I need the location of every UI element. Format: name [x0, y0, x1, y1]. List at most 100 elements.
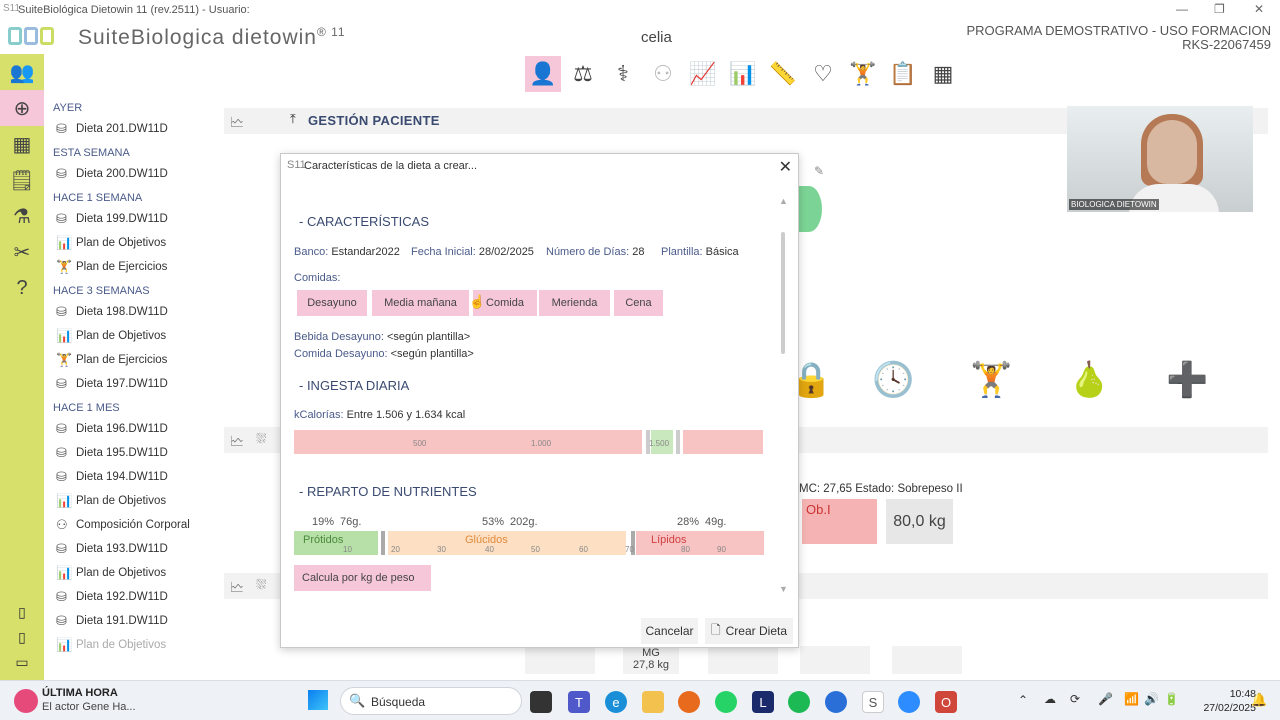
recent-item-label: Plan de Ejercicios	[76, 261, 168, 273]
zoom-icon[interactable]	[898, 691, 920, 713]
volume-icon[interactable]: 🔊	[1144, 692, 1159, 706]
stat-box	[525, 646, 595, 674]
document-icon[interactable]: 🗒	[0, 162, 44, 198]
graph-icon[interactable]: ⛆	[256, 431, 266, 447]
recent-item[interactable]: 🏋 Plan de Ejercicios	[44, 255, 216, 279]
recent-item[interactable]: ⚇ Composición Corporal	[44, 513, 216, 537]
recent-item[interactable]: ⛁ Dieta 195.DW11D	[44, 441, 216, 465]
create-diet-button[interactable]: 🗋 Crear Dieta	[705, 618, 793, 644]
close-window-button[interactable]: ✕	[1254, 2, 1264, 16]
chart-icon[interactable]: 🗠	[230, 577, 244, 601]
recent-item[interactable]: 📊 Plan de Objetivos	[44, 489, 216, 513]
recent-item[interactable]: 📊 Plan de Objetivos	[44, 561, 216, 585]
checklist-clock-icon[interactable]: 🕓	[872, 360, 914, 400]
outlook-icon[interactable]: O	[935, 691, 957, 713]
taskbar-clock[interactable]: 10:48 27/02/2025	[1203, 687, 1256, 715]
recent-item[interactable]: ⛁ Dieta 192.DW11D	[44, 585, 216, 609]
checklist-fruit-icon[interactable]: 🍐	[1068, 360, 1110, 400]
cancel-button[interactable]: Cancelar	[641, 618, 698, 644]
calculator-icon[interactable]: ▦	[0, 126, 44, 162]
explorer-icon[interactable]	[642, 691, 664, 713]
new-icon[interactable]: ⊕	[0, 90, 44, 126]
minimize-button[interactable]: —	[1176, 2, 1188, 16]
wifi-icon[interactable]: 📶	[1124, 692, 1139, 706]
taskbar-search[interactable]: 🔍 Búsqueda	[340, 687, 522, 715]
ruler-icon[interactable]: 📏	[765, 56, 801, 92]
recent-item[interactable]: ⛁ Dieta 196.DW11D	[44, 417, 216, 441]
tray-chevron-icon[interactable]: ⌃	[1018, 693, 1028, 707]
edge-icon[interactable]: e	[605, 691, 627, 713]
kcal-bar-low[interactable]	[294, 430, 642, 454]
graph-icon[interactable]: ⛆	[256, 577, 266, 593]
patients-icon[interactable]: 👥	[0, 54, 44, 90]
bars-icon[interactable]: 📊	[725, 56, 761, 92]
weights-icon[interactable]: 🏋	[845, 56, 881, 92]
notification-icon[interactable]: 🔔	[1251, 692, 1267, 708]
dietowin-taskbar-icon[interactable]: S	[862, 691, 884, 713]
panel-bottom-icon[interactable]: ▭	[0, 652, 44, 672]
flask-icon[interactable]: ⚗	[0, 198, 44, 234]
app-header: SuiteBiologica dietowin® 11 celia PROGRA…	[0, 20, 1280, 54]
scroll-down-icon[interactable]: ▼	[779, 584, 788, 594]
meal-chip[interactable]: Desayuno	[297, 290, 367, 316]
recent-item[interactable]: ⛁ Dieta 193.DW11D	[44, 537, 216, 561]
people-icon[interactable]: ⚇	[645, 56, 681, 92]
taskview-icon[interactable]	[530, 691, 552, 713]
heart-icon[interactable]: ♡	[805, 56, 841, 92]
cloud-icon[interactable]: ☁	[1044, 692, 1056, 706]
firefox-icon[interactable]	[678, 691, 700, 713]
news-icon[interactable]	[14, 689, 38, 713]
news-text[interactable]: El actor Gene Ha...	[42, 701, 136, 713]
recent-item[interactable]: ⛁ Dieta 197.DW11D	[44, 372, 216, 396]
recent-item[interactable]: ⛁ Dieta 198.DW11D	[44, 300, 216, 324]
checklist-medical-icon[interactable]: ➕	[1166, 360, 1208, 400]
panel-left-icon[interactable]: ▯	[0, 602, 44, 622]
recent-item[interactable]: ⛁ Dieta 200.DW11D	[44, 162, 216, 186]
recent-item[interactable]: 📊 Plan de Objetivos	[44, 231, 216, 255]
messenger-icon[interactable]	[825, 691, 847, 713]
recent-item[interactable]: ⛁ Dieta 194.DW11D	[44, 465, 216, 489]
meal-chip[interactable]: Merienda	[539, 290, 610, 316]
l-app-icon[interactable]: L	[752, 691, 774, 713]
table-icon[interactable]: ▦	[925, 56, 961, 92]
recent-item[interactable]: ⛁ Dieta 201.DW11D	[44, 117, 216, 141]
measure-icon[interactable]: ⚕	[605, 56, 641, 92]
collapse-icon[interactable]: ⤒	[290, 111, 296, 127]
panel-split-icon[interactable]: ▯	[0, 627, 44, 647]
meal-chip[interactable]: Cena	[614, 290, 663, 316]
tools-icon[interactable]: ✂	[0, 234, 44, 270]
recent-item[interactable]: ⛁ Dieta 199.DW11D	[44, 207, 216, 231]
chart-icon[interactable]: 🗠	[230, 112, 244, 136]
sync-icon[interactable]: ⟳	[1070, 692, 1080, 706]
create-diet-icon: 🗋	[710, 622, 721, 637]
recent-item[interactable]: 🏋 Plan de Ejercicios	[44, 348, 216, 372]
chart-icon[interactable]: 📈	[685, 56, 721, 92]
recent-item[interactable]: ⛁ Dieta 191.DW11D	[44, 609, 216, 633]
recent-item[interactable]: 📊 Plan de Objetivos	[44, 633, 216, 657]
kcal-max-handle[interactable]	[676, 430, 680, 454]
scale-icon[interactable]: ⚖	[565, 56, 601, 92]
restore-button[interactable]: ❐	[1214, 2, 1225, 16]
dialog-close-button[interactable]: ✕	[779, 157, 792, 177]
mic-icon[interactable]: 🎤	[1098, 692, 1113, 706]
file-icon: ⛁	[56, 166, 67, 181]
edit-icon[interactable]: ✎	[814, 164, 824, 178]
start-button-icon[interactable]	[308, 690, 328, 710]
news-title[interactable]: ÚLTIMA HORA	[42, 687, 118, 699]
whatsapp-icon[interactable]	[715, 691, 737, 713]
meal-chip[interactable]: Media mañana	[372, 290, 469, 316]
calc-per-kg-button[interactable]: Calcula por kg de peso	[294, 565, 431, 591]
nutrient-handle[interactable]	[381, 531, 385, 555]
checklist-exercise-icon[interactable]: 🏋	[970, 360, 1012, 400]
kcal-bar-high[interactable]	[683, 430, 763, 454]
spotify-icon[interactable]	[788, 691, 810, 713]
chart-icon[interactable]: 🗠	[230, 431, 244, 455]
user-icon[interactable]: 👤	[525, 56, 561, 92]
clipboard-icon[interactable]: 📋	[885, 56, 921, 92]
scroll-up-icon[interactable]: ▲	[779, 196, 788, 206]
help-icon[interactable]: ?	[0, 270, 44, 306]
recent-item[interactable]: 📊 Plan de Objetivos	[44, 324, 216, 348]
battery-icon[interactable]: 🔋	[1164, 692, 1179, 706]
dialog-scrollbar[interactable]	[781, 232, 785, 354]
teams-icon[interactable]: T	[568, 691, 590, 713]
